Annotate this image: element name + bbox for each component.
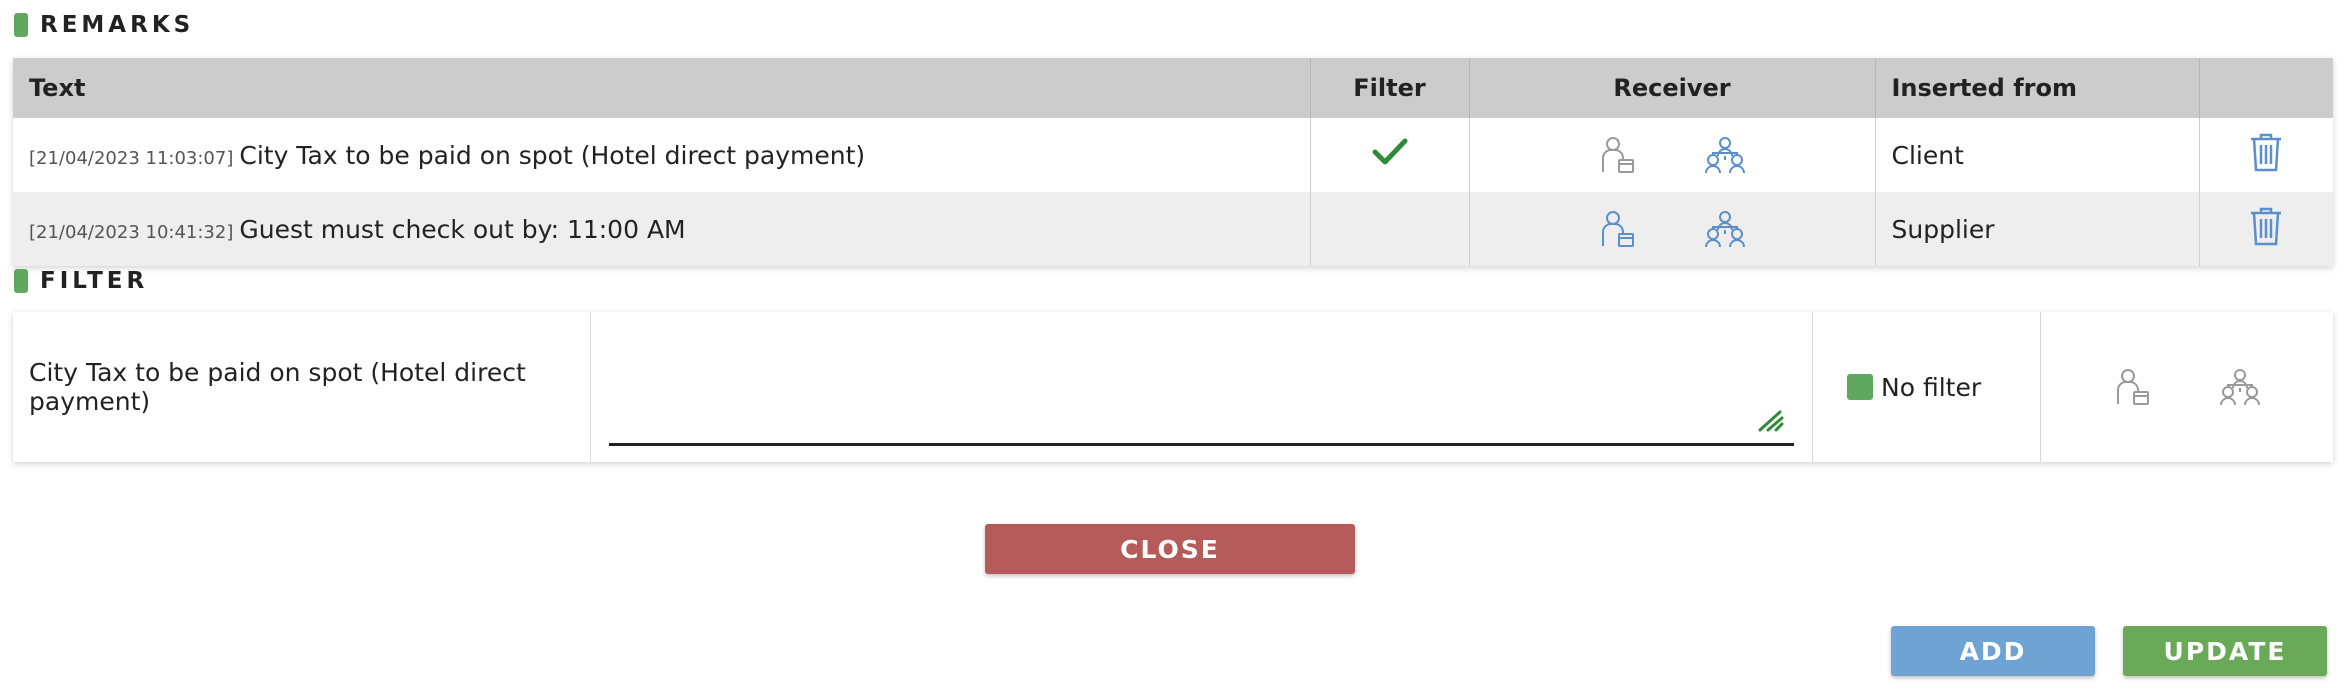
filter-textarea[interactable]	[609, 320, 1794, 446]
remarks-section-title: REMARKS	[14, 12, 194, 38]
table-header-row: Text Filter Receiver Inserted from	[13, 58, 2333, 118]
remarks-table: Text Filter Receiver Inserted from [21/0…	[13, 58, 2333, 266]
table-row[interactable]: [21/04/2023 10:41:32] Guest must check ou…	[13, 192, 2333, 266]
trash-icon[interactable]	[2249, 132, 2283, 172]
column-header-text[interactable]: Text	[13, 58, 1311, 118]
column-header-inserted-from[interactable]: Inserted from	[1875, 58, 2200, 118]
filter-title-text: FILTER	[40, 268, 149, 294]
client-receiver-icon[interactable]	[1599, 210, 1635, 248]
inserted-from-cell: Supplier	[1875, 192, 2200, 266]
delete-cell	[2199, 118, 2333, 192]
add-button[interactable]: ADD	[1891, 626, 2095, 676]
filter-section-title: FILTER	[14, 268, 148, 294]
no-filter-checkbox[interactable]: No filter	[1813, 312, 2041, 462]
remark-timestamp: [21/04/2023 10:41:32]	[29, 221, 234, 243]
receiver-cell	[1469, 192, 1876, 266]
filter-input-cell	[591, 312, 1813, 462]
filter-panel: City Tax to be paid on spot (Hotel direc…	[13, 312, 2333, 462]
no-filter-label: No filter	[1881, 372, 1982, 402]
trash-icon[interactable]	[2249, 206, 2283, 246]
delete-cell	[2199, 192, 2333, 266]
check-icon	[1372, 137, 1408, 167]
inserted-from-cell: Client	[1875, 118, 2200, 192]
remark-text-cell[interactable]: [21/04/2023 11:03:07] City Tax to be paid…	[13, 118, 1311, 192]
remark-text-cell[interactable]: [21/04/2023 10:41:32] Guest must check ou…	[13, 192, 1311, 266]
checkbox-icon[interactable]	[1847, 374, 1873, 400]
section-marker	[14, 269, 28, 293]
filter-cell[interactable]	[1310, 192, 1470, 266]
resize-handle-icon[interactable]	[1758, 408, 1784, 436]
filter-receiver-cell	[2041, 312, 2333, 462]
section-marker	[14, 13, 28, 37]
column-header-receiver[interactable]: Receiver	[1469, 58, 1876, 118]
filter-selected-text: City Tax to be paid on spot (Hotel direc…	[13, 312, 591, 462]
remark-text: Guest must check out by: 11:00 AM	[239, 214, 686, 244]
remark-timestamp: [21/04/2023 11:03:07]	[29, 147, 234, 169]
update-button[interactable]: UPDATE	[2123, 626, 2327, 676]
close-button[interactable]: CLOSE	[985, 524, 1355, 574]
column-header-actions	[2199, 58, 2333, 118]
remarks-title-text: REMARKS	[40, 12, 195, 38]
remark-text: City Tax to be paid on spot (Hotel direc…	[239, 140, 866, 170]
receiver-cell	[1469, 118, 1876, 192]
column-header-filter[interactable]: Filter	[1310, 58, 1470, 118]
filter-cell[interactable]	[1310, 118, 1470, 192]
client-receiver-icon[interactable]	[2114, 368, 2150, 406]
group-receiver-icon[interactable]	[1705, 136, 1745, 174]
group-receiver-icon[interactable]	[1705, 210, 1745, 248]
group-receiver-icon[interactable]	[2220, 368, 2260, 406]
table-row[interactable]: [21/04/2023 11:03:07] City Tax to be paid…	[13, 118, 2333, 192]
client-receiver-icon[interactable]	[1599, 136, 1635, 174]
